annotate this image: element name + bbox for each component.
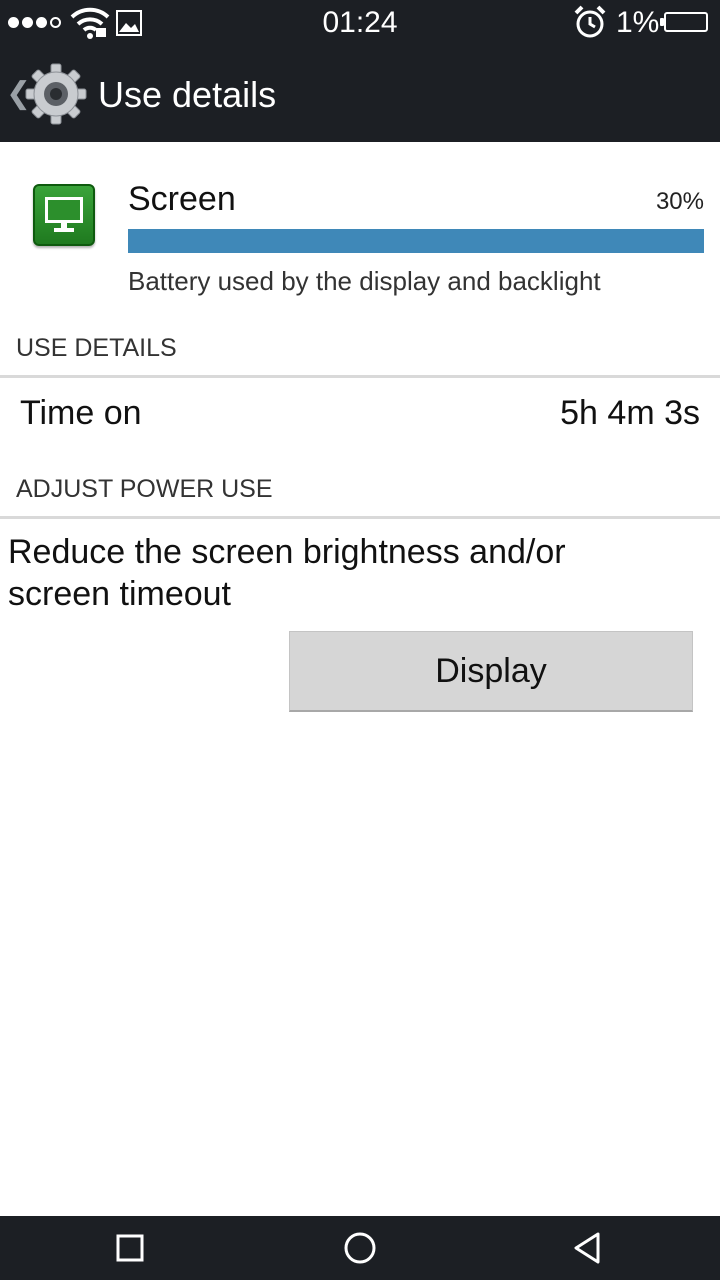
battery-icon (660, 12, 708, 32)
power-tip: Reduce the screen brightness and/or scre… (8, 533, 566, 613)
divider (0, 375, 720, 378)
gear-icon[interactable] (24, 62, 88, 126)
usage-progress-fill (128, 229, 704, 253)
section-header-adjust-power: ADJUST POWER USE (16, 475, 273, 503)
monitor-icon (33, 184, 95, 246)
action-bar: ❮ Use details (0, 46, 720, 142)
alarm-icon (574, 5, 606, 38)
time-on-value: 5h 4m 3s (560, 394, 700, 432)
navigation-bar (0, 1216, 720, 1280)
display-button[interactable]: Display (289, 631, 693, 712)
usage-progress-bar (128, 229, 704, 253)
status-time: 01:24 (322, 6, 398, 39)
entry-title: Screen (128, 180, 236, 218)
recents-icon[interactable] (112, 1230, 148, 1266)
divider (0, 516, 720, 519)
back-icon[interactable] (570, 1230, 606, 1266)
battery-percent: 1% (616, 6, 660, 39)
status-bar: 01:24 1% (0, 0, 720, 46)
time-on-label: Time on (20, 394, 142, 432)
home-icon[interactable] (340, 1230, 380, 1266)
entry-description: Battery used by the display and backligh… (128, 266, 601, 296)
entry-percent: 30% (655, 188, 704, 215)
page-title: Use details (98, 74, 277, 115)
section-header-use-details: USE DETAILS (16, 334, 177, 362)
